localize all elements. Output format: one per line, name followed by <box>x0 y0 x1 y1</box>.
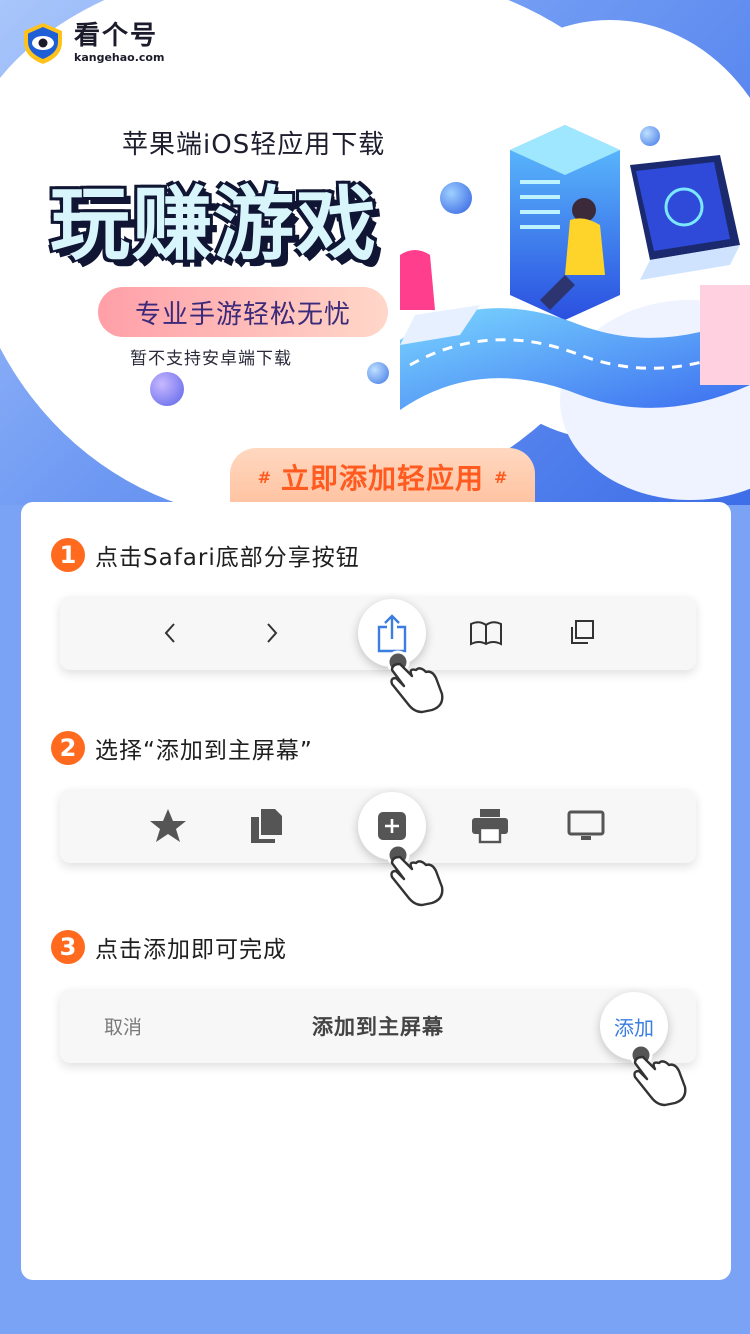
step-text: 点击Safari底部分享按钮 <box>95 545 360 571</box>
tap-hand-icon <box>629 1043 687 1107</box>
step-number: 3 <box>51 930 85 964</box>
star-icon[interactable] <box>149 808 187 844</box>
cancel-button[interactable]: 取消 <box>104 1013 142 1040</box>
brand-logo[interactable]: 看个号 kangehao.com <box>20 20 164 66</box>
isometric-illustration <box>400 125 750 410</box>
add-light-app-button[interactable]: # 立即添加轻应用 # <box>230 448 535 505</box>
step-1: 1 点击Safari底部分享按钮 <box>51 538 360 572</box>
hero-pill-badge: 专业手游轻松无忧 <box>98 287 388 337</box>
step-3: 3 点击添加即可完成 <box>51 930 287 964</box>
back-icon[interactable] <box>162 621 178 645</box>
print-icon[interactable] <box>471 808 509 844</box>
copy-icon[interactable] <box>249 807 283 845</box>
hero-banner: 看个号 kangehao.com 苹果端iOS轻应用下载 玩赚游戏 专业手游轻松… <box>0 0 750 505</box>
add-button-label: 添加 <box>614 1015 654 1040</box>
hero-title: 玩赚游戏 <box>50 178 378 271</box>
cta-decoration: # <box>494 467 508 487</box>
planet-decoration <box>150 372 184 406</box>
add-to-home-icon <box>378 812 406 840</box>
dialog-title: 添加到主屏幕 <box>312 1015 444 1039</box>
instruction-card: 1 点击Safari底部分享按钮 2 选择“添加到主屏幕” 3 点击添加即可完成… <box>21 502 731 1280</box>
planet-decoration <box>367 362 389 384</box>
step-text: 点击添加即可完成 <box>95 937 287 963</box>
tap-hand-icon <box>386 843 444 907</box>
share-sheet-actions <box>60 789 696 907</box>
step-number: 1 <box>51 538 85 572</box>
hero-note: 暂不支持安卓端下载 <box>130 349 292 369</box>
desktop-icon[interactable] <box>567 810 605 842</box>
cta-label: 立即添加轻应用 <box>280 462 484 495</box>
add-to-home-dialog: 取消 添加到主屏幕 添加 <box>60 989 696 1107</box>
brand-name: 看个号 <box>74 21 159 51</box>
cta-decoration: # <box>257 467 271 487</box>
tabs-icon[interactable] <box>568 619 596 647</box>
step-2: 2 选择“添加到主屏幕” <box>51 731 313 765</box>
bookmarks-icon[interactable] <box>469 620 503 646</box>
tap-hand-icon <box>386 650 444 714</box>
eye-shield-icon <box>24 23 62 64</box>
safari-toolbar <box>60 596 696 714</box>
hero-subtitle: 苹果端iOS轻应用下载 <box>122 130 386 160</box>
step-number: 2 <box>51 731 85 765</box>
forward-icon[interactable] <box>264 621 280 645</box>
brand-domain: kangehao.com <box>74 51 165 64</box>
step-text: 选择“添加到主屏幕” <box>95 738 313 764</box>
